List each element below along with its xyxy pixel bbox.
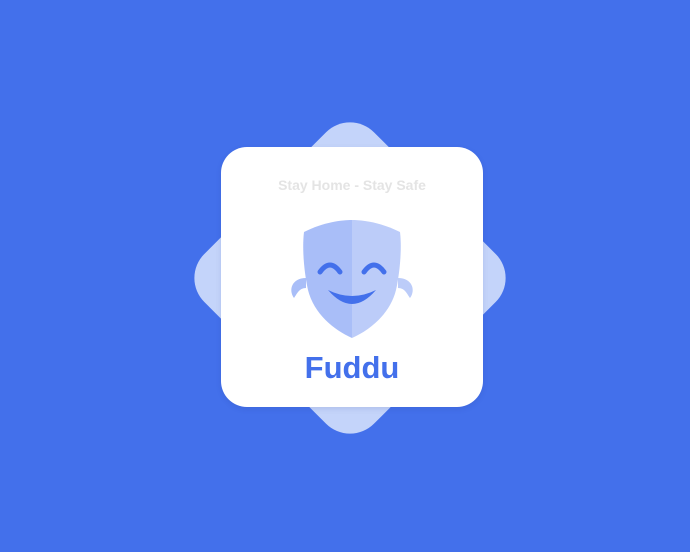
comedy-mask-icon xyxy=(291,220,413,338)
tagline: Stay Home - Stay Safe xyxy=(278,177,426,193)
app-name: Fuddu xyxy=(304,350,400,385)
logo-card: Stay Home - Stay Safe Fuddu xyxy=(221,147,483,407)
splash-screen: Stay Home - Stay Safe Fuddu xyxy=(0,0,690,552)
